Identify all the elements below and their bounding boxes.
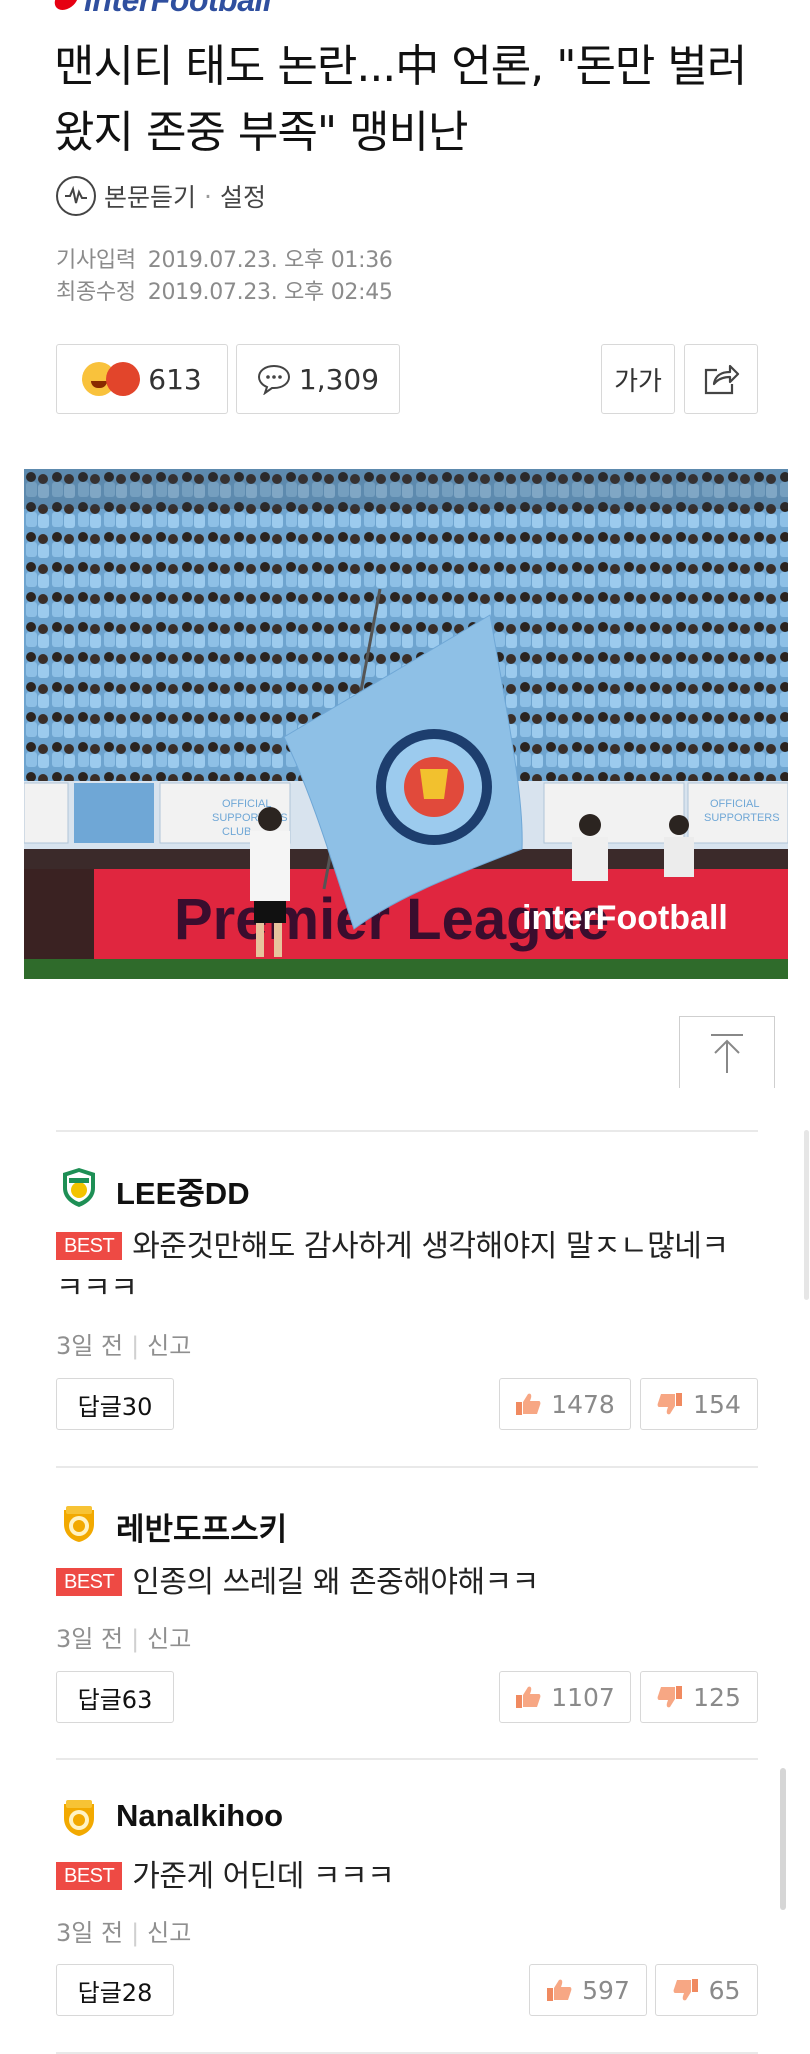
comment-count: 1,309	[298, 362, 380, 396]
comment-body: BEST 가준게 어딘데 ㅋㅋㅋ	[56, 1856, 746, 1898]
logo-text: interFootball	[84, 0, 272, 18]
comment-meta: 3일 전 | 신고	[56, 1326, 191, 1361]
modified-value: 2019.07.23. 오후 02:45	[147, 280, 393, 305]
angry-emoji-icon	[106, 362, 141, 396]
comment-text: 가준게 어딘데 ㅋㅋㅋ	[132, 1859, 395, 1894]
like-count: 1478	[551, 1389, 615, 1419]
comment-divider	[56, 1758, 758, 1760]
comment-body: BEST 와준것만해도 감사하게 생각해야지 말ㅈㄴ많네ㅋㅋㅋㅋ	[56, 1226, 746, 1310]
comment-divider	[56, 1466, 758, 1468]
comment-username[interactable]: 레반도프스키	[116, 1504, 287, 1549]
thumbs-down-icon	[657, 1686, 683, 1708]
back-to-top-button[interactable]	[679, 1016, 775, 1088]
reply-button[interactable]: 답글63	[56, 1671, 174, 1723]
dislike-count: 125	[693, 1682, 741, 1712]
gold-shield-badge-icon	[64, 1506, 94, 1542]
published-label: 기사입력	[56, 248, 136, 273]
meta-separator: |	[131, 1332, 140, 1360]
report-link[interactable]: 신고	[147, 1625, 191, 1653]
comment-body: BEST 인종의 쓰레길 왜 존중해야해ㅋㅋ	[56, 1562, 746, 1604]
modified-label: 최종수정	[56, 280, 136, 305]
separator-dot: ·	[204, 181, 212, 211]
comment-username[interactable]: Nanalkihoo	[116, 1798, 283, 1834]
site-logo[interactable]: interFootball	[51, 0, 272, 18]
like-count: 1107	[551, 1682, 615, 1712]
report-link[interactable]: 신고	[147, 1919, 191, 1947]
scrollbar-thumb[interactable]	[780, 1768, 786, 1910]
comment-username[interactable]: LEE중DD	[116, 1168, 250, 1213]
listen-bar: 본문듣기 · 설정	[56, 174, 266, 218]
settings-link[interactable]: 설정	[220, 178, 266, 214]
svg-text:CLUB: CLUB	[222, 826, 251, 838]
font-size-button[interactable]: 가가	[601, 344, 675, 414]
reply-button[interactable]: 답글30	[56, 1378, 174, 1430]
photo-watermark: interFootball	[522, 899, 728, 937]
svg-text:OFFICIAL: OFFICIAL	[222, 798, 272, 810]
comment-time: 3일 전	[56, 1332, 124, 1360]
comment-text: 인종의 쓰레길 왜 존중해야해ㅋㅋ	[132, 1565, 539, 1600]
thumbs-up-icon	[516, 1393, 541, 1415]
best-badge: BEST	[56, 1568, 123, 1596]
reply-button[interactable]: 답글28	[56, 1964, 174, 2016]
comment-meta: 3일 전 | 신고	[56, 1913, 191, 1948]
like-button[interactable]: 597	[529, 1964, 647, 2016]
gold-shield-badge-icon	[64, 1800, 94, 1836]
thumbs-up-icon	[547, 1979, 572, 2001]
dislike-count: 154	[693, 1389, 741, 1419]
dislike-count: 65	[708, 1975, 741, 2005]
svg-text:OFFICIAL: OFFICIAL	[710, 798, 760, 810]
dislike-button[interactable]: 65	[655, 1964, 758, 2016]
scrollbar-track[interactable]	[804, 1130, 809, 1300]
svg-text:SUPPORTERS: SUPPORTERS	[704, 812, 780, 824]
best-badge: BEST	[56, 1862, 123, 1890]
comment-meta: 3일 전 | 신고	[56, 1619, 191, 1654]
like-button[interactable]: 1107	[499, 1671, 631, 1723]
reaction-button[interactable]: 613	[56, 344, 228, 414]
best-badge: BEST	[56, 1232, 123, 1260]
reply-count: 답글30	[77, 1392, 153, 1421]
reply-count: 답글28	[77, 1978, 153, 2007]
thumbs-down-icon	[657, 1393, 683, 1415]
logo-mark-icon	[51, 0, 79, 10]
reply-count: 답글63	[77, 1685, 153, 1714]
comment-text: 와준것만해도 감사하게 생각해야지 말ㅈㄴ많네ㅋㅋㅋㅋ	[56, 1229, 729, 1306]
meta-separator: |	[131, 1919, 140, 1947]
comment-time: 3일 전	[56, 1919, 124, 1947]
thumbs-up-icon	[516, 1686, 541, 1708]
arrow-up-icon	[711, 1033, 743, 1073]
article-title: 맨시티 태도 논란...中 언론, "돈만 벌러 왔지 존중 부족" 맹비난	[54, 41, 747, 158]
reaction-count: 613	[148, 362, 202, 396]
audio-wave-icon[interactable]	[56, 176, 96, 216]
article-photo[interactable]: OFFICIAL SUPPORTERS CLUB OFFICIAL SUPPOR…	[24, 469, 788, 979]
comment-time: 3일 전	[56, 1625, 124, 1653]
published-date: 기사입력 2019.07.23. 오후 01:36	[56, 242, 393, 274]
like-count: 597	[582, 1975, 630, 2005]
stadium-flag-photo: OFFICIAL SUPPORTERS CLUB OFFICIAL SUPPOR…	[24, 469, 788, 979]
comment-bubble-icon	[257, 364, 290, 395]
green-shield-badge-icon	[63, 1168, 95, 1207]
dislike-button[interactable]: 154	[640, 1378, 758, 1430]
thumbs-down-icon	[673, 1979, 698, 2001]
modified-date: 최종수정 2019.07.23. 오후 02:45	[56, 274, 393, 306]
listen-button[interactable]: 본문듣기	[104, 178, 196, 214]
dislike-button[interactable]: 125	[640, 1671, 758, 1723]
font-size-label: 가가	[614, 366, 662, 397]
comment-divider	[56, 1130, 758, 1132]
report-link[interactable]: 신고	[147, 1332, 191, 1360]
share-icon	[704, 364, 740, 395]
share-button[interactable]	[684, 344, 758, 414]
comment-button[interactable]: 1,309	[236, 344, 400, 414]
meta-separator: |	[131, 1625, 140, 1653]
like-button[interactable]: 1478	[499, 1378, 631, 1430]
published-value: 2019.07.23. 오후 01:36	[147, 248, 393, 273]
